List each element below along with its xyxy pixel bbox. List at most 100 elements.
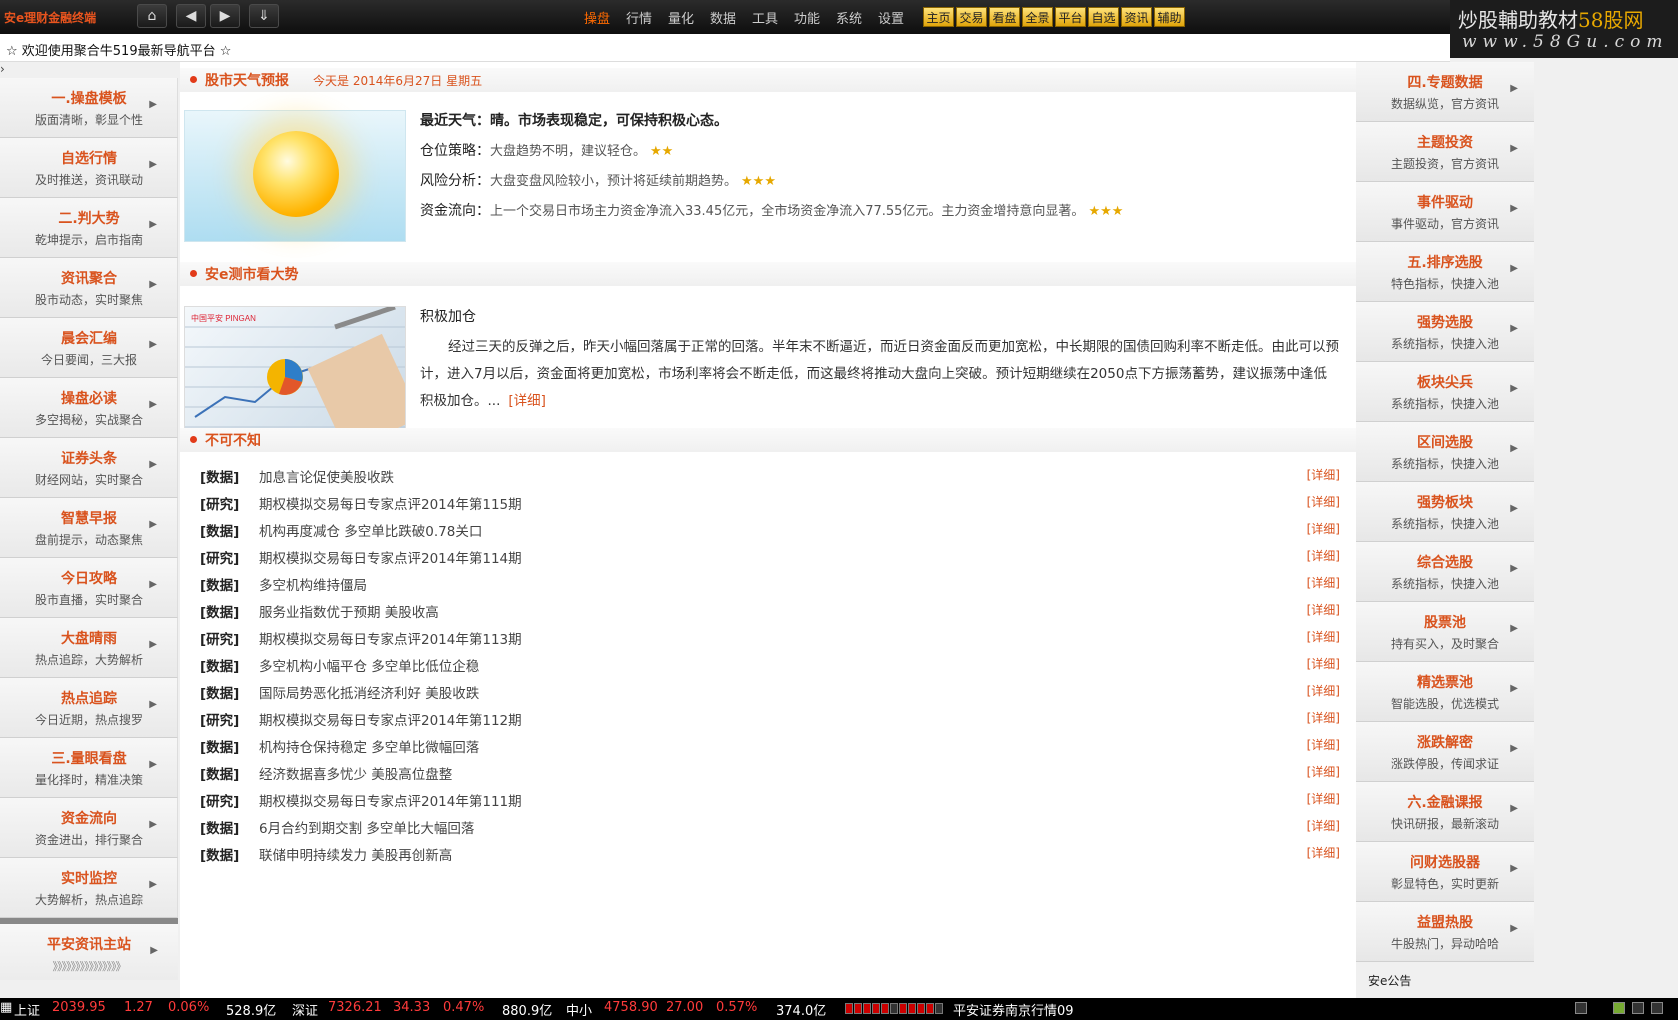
right-nav-item[interactable]: 四.专题数据 数据纵览，官方资讯 ▶	[1356, 62, 1534, 122]
analysis-detail-link[interactable]: [详细]	[508, 393, 546, 409]
quick-trade-button[interactable]: 交易	[956, 7, 987, 27]
news-detail-link[interactable]: [详细]	[1307, 520, 1340, 537]
settings-icon[interactable]	[1651, 1002, 1663, 1014]
right-nav-item[interactable]: 六.金融课报 快讯研报，最新滚动 ▶	[1356, 782, 1534, 842]
news-row[interactable]: [数据] 多空机构维持僵局 [详细]	[200, 574, 1340, 601]
news-detail-link[interactable]: [详细]	[1307, 817, 1340, 834]
news-title[interactable]: 机构持仓保持稳定 多空单比微幅回落	[259, 736, 479, 756]
left-nav-item[interactable]: 二.判大势 乾坤提示，启市指南 ▶	[0, 198, 178, 258]
right-nav-item[interactable]: 股票池 持有买入，及时聚合 ▶	[1356, 602, 1534, 662]
news-title[interactable]: 机构再度减仓 多空单比跌破0.78关口	[259, 520, 482, 540]
right-nav-item[interactable]: 事件驱动 事件驱动，官方资讯 ▶	[1356, 182, 1534, 242]
news-row[interactable]: [数据] 机构持仓保持稳定 多空单比微幅回落 [详细]	[200, 736, 1340, 763]
news-title[interactable]: 期权模拟交易每日专家点评2014年第115期	[259, 493, 522, 513]
forward-icon[interactable]: ▶	[210, 4, 240, 28]
news-detail-link[interactable]: [详细]	[1307, 601, 1340, 618]
news-row[interactable]: [数据] 国际局势恶化抵消经济利好 美股收跌 [详细]	[200, 682, 1340, 709]
menu-xitong[interactable]: 系统	[828, 8, 870, 27]
news-detail-link[interactable]: [详细]	[1307, 547, 1340, 564]
left-nav-item[interactable]: 热点追踪 今日近期，热点搜罗 ▶	[0, 678, 178, 738]
news-detail-link[interactable]: [详细]	[1307, 709, 1340, 726]
left-nav-item[interactable]: 智慧早报 盘前提示，动态聚焦 ▶	[0, 498, 178, 558]
collapse-arrow-icon[interactable]: ›	[0, 62, 5, 76]
right-nav-item[interactable]: 涨跌解密 涨跌停股，传闻求证 ▶	[1356, 722, 1534, 782]
quick-home-button[interactable]: 主页	[923, 7, 954, 27]
news-row[interactable]: [研究] 期权模拟交易每日专家点评2014年第114期 [详细]	[200, 547, 1340, 574]
right-nav-item[interactable]: 益盟热股 牛股热门，异动哈哈 ▶	[1356, 902, 1534, 962]
right-nav-item[interactable]: 问财选股器 彰显特色，实时更新 ▶	[1356, 842, 1534, 902]
left-nav-item[interactable]: 操盘必读 多空揭秘，实战聚合 ▶	[0, 378, 178, 438]
news-row[interactable]: [数据] 6月合约到期交割 多空单比大幅回落 [详细]	[200, 817, 1340, 844]
news-detail-link[interactable]: [详细]	[1307, 493, 1340, 510]
menu-gongneng[interactable]: 功能	[786, 8, 828, 27]
left-nav-item[interactable]: 晨会汇编 今日要闻，三大报 ▶	[0, 318, 178, 378]
left-nav-item[interactable]: 实时监控 大势解析，热点追踪 ▶	[0, 858, 178, 918]
right-nav-item[interactable]: 区间选股 系统指标，快捷入池 ▶	[1356, 422, 1534, 482]
news-title[interactable]: 联储申明持续发力 美股再创新高	[259, 844, 452, 864]
news-detail-link[interactable]: [详细]	[1307, 844, 1340, 861]
news-row[interactable]: [数据] 服务业指数优于预期 美股收高 [详细]	[200, 601, 1340, 628]
news-detail-link[interactable]: [详细]	[1307, 763, 1340, 780]
right-nav-item[interactable]: 板块尖兵 系统指标，快捷入池 ▶	[1356, 362, 1534, 422]
expand-down-icon[interactable]: ⇓	[249, 4, 279, 28]
quick-watchlist-button[interactable]: 自选	[1088, 7, 1119, 27]
quick-platform-button[interactable]: 平台	[1055, 7, 1086, 27]
news-row[interactable]: [数据] 多空机构小幅平仓 多空单比低位企稳 [详细]	[200, 655, 1340, 682]
right-nav-item[interactable]: 强势选股 系统指标，快捷入池 ▶	[1356, 302, 1534, 362]
news-row[interactable]: [研究] 期权模拟交易每日专家点评2014年第111期 [详细]	[200, 790, 1340, 817]
left-nav-item[interactable]: 证券头条 财经网站，实时聚合 ▶	[0, 438, 178, 498]
news-row[interactable]: [研究] 期权模拟交易每日专家点评2014年第115期 [详细]	[200, 493, 1340, 520]
news-row[interactable]: [研究] 期权模拟交易每日专家点评2014年第112期 [详细]	[200, 709, 1340, 736]
news-row[interactable]: [数据] 联储申明持续发力 美股再创新高 [详细]	[200, 844, 1340, 871]
news-detail-link[interactable]: [详细]	[1307, 466, 1340, 483]
left-nav-item[interactable]: 资金流向 资金进出，排行聚合 ▶	[0, 798, 178, 858]
news-row[interactable]: [数据] 经济数据喜多忧少 美股高位盘整 [详细]	[200, 763, 1340, 790]
right-nav-item[interactable]: 综合选股 系统指标，快捷入池 ▶	[1356, 542, 1534, 602]
news-row[interactable]: [数据] 加息言论促使美股收跌 [详细]	[200, 466, 1340, 493]
status-menu-icon[interactable]: ▦	[0, 1000, 12, 1015]
news-row[interactable]: [研究] 期权模拟交易每日专家点评2014年第113期 [详细]	[200, 628, 1340, 655]
news-title[interactable]: 期权模拟交易每日专家点评2014年第114期	[259, 547, 522, 567]
left-nav-item[interactable]: 今日攻略 股市直播，实时聚合 ▶	[0, 558, 178, 618]
news-title[interactable]: 期权模拟交易每日专家点评2014年第111期	[259, 790, 522, 810]
left-nav-item[interactable]: 自选行情 及时推送，资讯联动 ▶	[0, 138, 178, 198]
back-icon[interactable]: ◀	[176, 4, 206, 28]
announcement-label[interactable]: 安e公告	[1368, 972, 1411, 989]
news-title[interactable]: 6月合约到期交割 多空单比大幅回落	[259, 817, 474, 837]
news-title[interactable]: 期权模拟交易每日专家点评2014年第112期	[259, 709, 522, 729]
menu-lianghua[interactable]: 量化	[660, 8, 702, 27]
left-nav-item[interactable]: 大盘晴雨 热点追踪，大势解析 ▶	[0, 618, 178, 678]
news-detail-link[interactable]: [详细]	[1307, 628, 1340, 645]
left-nav-item[interactable]: 资讯聚合 股市动态，实时聚焦 ▶	[0, 258, 178, 318]
right-nav-item[interactable]: 五.排序选股 特色指标，快捷入池 ▶	[1356, 242, 1534, 302]
right-nav-item[interactable]: 精选票池 智能选股，优选模式 ▶	[1356, 662, 1534, 722]
news-row[interactable]: [数据] 机构再度减仓 多空单比跌破0.78关口 [详细]	[200, 520, 1340, 547]
home-icon[interactable]: ⌂	[137, 4, 167, 28]
menu-shuju[interactable]: 数据	[702, 8, 744, 27]
keyboard-icon[interactable]	[1575, 1002, 1587, 1014]
quick-news-button[interactable]: 资讯	[1121, 7, 1152, 27]
sound-icon[interactable]	[1632, 1002, 1644, 1014]
connection-icon[interactable]	[1613, 1002, 1625, 1014]
news-title[interactable]: 期权模拟交易每日专家点评2014年第113期	[259, 628, 522, 648]
news-title[interactable]: 经济数据喜多忧少 美股高位盘整	[259, 763, 452, 783]
quick-watch-button[interactable]: 看盘	[989, 7, 1020, 27]
left-nav-item[interactable]: 三.量眼看盘 量化择时，精准决策 ▶	[0, 738, 178, 798]
right-nav-item[interactable]: 主题投资 主题投资，官方资讯 ▶	[1356, 122, 1534, 182]
news-title[interactable]: 多空机构小幅平仓 多空单比低位企稳	[259, 655, 479, 675]
news-title[interactable]: 服务业指数优于预期 美股收高	[259, 601, 439, 621]
menu-caopan[interactable]: 操盘	[576, 8, 618, 27]
news-title[interactable]: 多空机构维持僵局	[259, 574, 367, 594]
news-detail-link[interactable]: [详细]	[1307, 682, 1340, 699]
left-nav-main-site[interactable]: 平安资讯主站 》》》》》》》》》》》》》》》 ▶	[0, 924, 178, 980]
menu-shezhi[interactable]: 设置	[870, 8, 912, 27]
news-title[interactable]: 国际局势恶化抵消经济利好 美股收跌	[259, 682, 479, 702]
left-nav-item[interactable]: 一.操盘模板 版面清晰，彰显个性 ▶	[0, 78, 178, 138]
news-detail-link[interactable]: [详细]	[1307, 655, 1340, 672]
news-detail-link[interactable]: [详细]	[1307, 574, 1340, 591]
right-nav-item[interactable]: 强势板块 系统指标，快捷入池 ▶	[1356, 482, 1534, 542]
news-title[interactable]: 加息言论促使美股收跌	[259, 466, 394, 486]
quick-panorama-button[interactable]: 全景	[1022, 7, 1053, 27]
news-detail-link[interactable]: [详细]	[1307, 790, 1340, 807]
news-detail-link[interactable]: [详细]	[1307, 736, 1340, 753]
